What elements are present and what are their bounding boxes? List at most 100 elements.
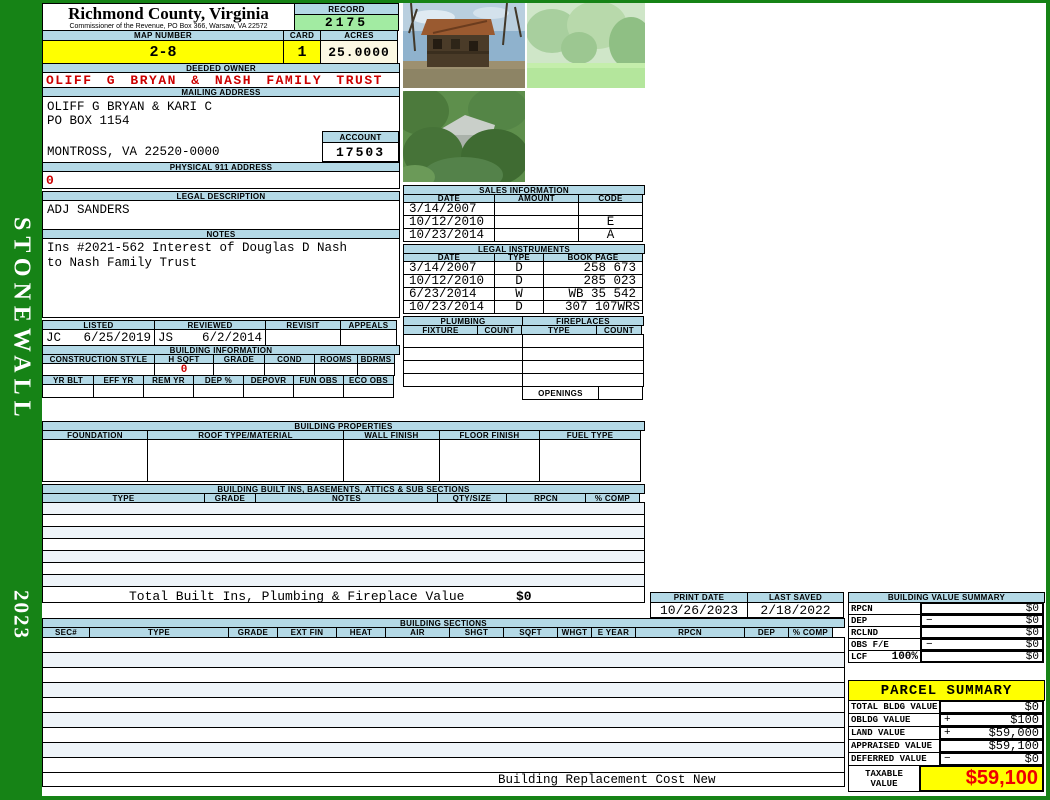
bvs-label: RPCN — [851, 603, 873, 614]
photo-old-building — [403, 3, 525, 88]
ps-value: $59,000 — [988, 726, 1039, 740]
taxable-value-label: TAXABLE VALUE — [848, 765, 920, 792]
building-properties-section: BUILDING PROPERTIES FOUNDATION ROOF TYPE… — [42, 421, 645, 604]
ps-sign: − — [944, 753, 951, 765]
instr-type: D — [494, 300, 544, 314]
listed-by: JC — [46, 330, 62, 345]
bs-row — [42, 742, 845, 758]
floor-finish-value — [439, 439, 540, 482]
bvs-pct: 100% — [891, 650, 918, 663]
openings-value — [598, 386, 643, 400]
ps-value: $59,100 — [988, 739, 1039, 753]
bvs-sign: − — [926, 614, 933, 627]
openings-label: OPENINGS — [522, 386, 599, 400]
parcel-summary: PARCEL SUMMARY TOTAL BLDG VALUE $0 OBLDG… — [848, 680, 1045, 792]
bs-row — [42, 712, 845, 728]
print-save-section: PRINT DATE LAST SAVED 10/26/2023 2/18/20… — [650, 592, 845, 618]
plumbing-row — [403, 347, 645, 361]
mailing-address-box: OLIFF G BRYAN & KARI C PO BOX 1154 MONTR… — [42, 96, 400, 163]
parcel-summary-title: PARCEL SUMMARY — [848, 680, 1045, 701]
ps-row-land: LAND VALUE + $59,000 — [848, 726, 1045, 740]
instrument-row-4: 10/23/2014 D 307 107WRS — [403, 300, 645, 314]
openings-spacer — [403, 386, 523, 400]
fun-obs-value — [293, 384, 344, 398]
sales-amount — [494, 215, 579, 229]
sales-date: 3/14/2007 — [403, 202, 495, 216]
property-photo-1[interactable] — [403, 3, 525, 88]
card-value: 1 — [283, 40, 321, 64]
county-header-box: Richmond County, Virginia Commissioner o… — [42, 3, 295, 31]
account-value: 17503 — [323, 143, 398, 161]
notes-line-2: to Nash Family Trust — [47, 256, 198, 270]
instr-date: 6/23/2014 — [403, 287, 495, 301]
bs-row — [42, 667, 845, 683]
ps-value: $0 — [1024, 752, 1039, 766]
sales-section: SALES INFORMATION DATE AMOUNT CODE 3/14/… — [403, 185, 645, 400]
instr-date: 10/12/2010 — [403, 274, 495, 288]
building-sections-table: BUILDING SECTIONS SEC# TYPE GRADE EXT FI… — [42, 618, 845, 787]
bvs-label: RCLND — [851, 627, 879, 638]
ps-label: LAND VALUE — [848, 726, 940, 740]
sales-date: 10/23/2014 — [403, 228, 495, 242]
ps-row-deferred: DEFERRED VALUE − $0 — [848, 752, 1045, 766]
eff-yr-value — [93, 384, 144, 398]
ps-sign: + — [944, 727, 951, 739]
built-ins-total-value: $0 — [516, 589, 532, 604]
bvs-value: $0 — [1025, 638, 1039, 651]
account-box: ACCOUNT 17503 — [322, 131, 399, 162]
bvs-value: $0 — [1025, 626, 1039, 639]
bvs-label: OBS F/E — [851, 639, 889, 650]
mailing-line-3: MONTROSS, VA 22520-0000 — [47, 145, 220, 159]
depovr-value — [243, 384, 294, 398]
bs-row — [42, 727, 845, 743]
photo-overgrown-structure — [403, 91, 525, 182]
replacement-cost-label: Building Replacement Cost New — [498, 772, 716, 787]
bvs-sign: − — [926, 638, 933, 651]
bvs-row-lcf: LCF 100% $0 — [848, 650, 1045, 663]
instr-date: 10/23/2014 — [403, 300, 495, 314]
reviewed-date: 6/2/2014 — [201, 330, 262, 345]
owner-info-section: Richmond County, Virginia Commissioner o… — [42, 3, 400, 398]
property-photo-2[interactable] — [527, 3, 645, 88]
foundation-value — [42, 439, 148, 482]
ps-value: $100 — [1010, 713, 1039, 727]
instrument-row-3: 6/23/2014 W WB 35 542 — [403, 287, 645, 301]
bvs-value: $0 — [1025, 602, 1039, 615]
physical-address-value: 0 — [42, 171, 400, 189]
instr-type: D — [494, 261, 544, 275]
bs-row — [42, 637, 845, 653]
taxable-value: $59,100 — [965, 767, 1038, 789]
notes-line-1: Ins #2021-562 Interest of Douglas D Nash — [47, 241, 348, 255]
property-photo-3[interactable] — [403, 91, 525, 182]
revisit-value — [265, 329, 341, 346]
instr-bookpage: 307 107WRS — [543, 300, 643, 314]
appeals-value — [340, 329, 397, 346]
bs-footer-row: Building Replacement Cost New — [42, 772, 845, 787]
map-number-value: 2-8 — [42, 40, 284, 64]
instr-type: W — [494, 287, 544, 301]
rem-yr-value — [143, 384, 194, 398]
instr-bookpage: 285 023 — [543, 274, 643, 288]
ps-row-total-bldg: TOTAL BLDG VALUE $0 — [848, 700, 1045, 714]
ps-label: APPRAISED VALUE — [848, 739, 940, 753]
property-record-card: STONEWALL 2023 Richmond County, Virginia… — [0, 0, 1050, 800]
bvs-label: LCF — [851, 651, 868, 662]
last-saved-value: 2/18/2022 — [747, 602, 844, 618]
sales-code: A — [578, 228, 643, 242]
print-date-value: 10/26/2023 — [650, 602, 748, 618]
instr-date: 3/14/2007 — [403, 261, 495, 275]
sales-date: 10/12/2010 — [403, 215, 495, 229]
ps-row-obldg: OBLDG VALUE + $100 — [848, 713, 1045, 727]
bs-row — [42, 682, 845, 698]
sales-code: E — [578, 215, 643, 229]
ps-label: OBLDG VALUE — [848, 713, 940, 727]
fuel-type-value — [539, 439, 641, 482]
instr-bookpage: WB 35 542 — [543, 287, 643, 301]
acres-value: 25.0000 — [320, 40, 398, 64]
mailing-line-2: PO BOX 1154 — [47, 114, 130, 128]
dep-pct-value — [193, 384, 244, 398]
plumbing-row — [403, 334, 645, 348]
legal-description-value: ADJ SANDERS — [47, 203, 130, 217]
plumbing-row — [403, 360, 645, 374]
instr-bookpage: 258 673 — [543, 261, 643, 275]
